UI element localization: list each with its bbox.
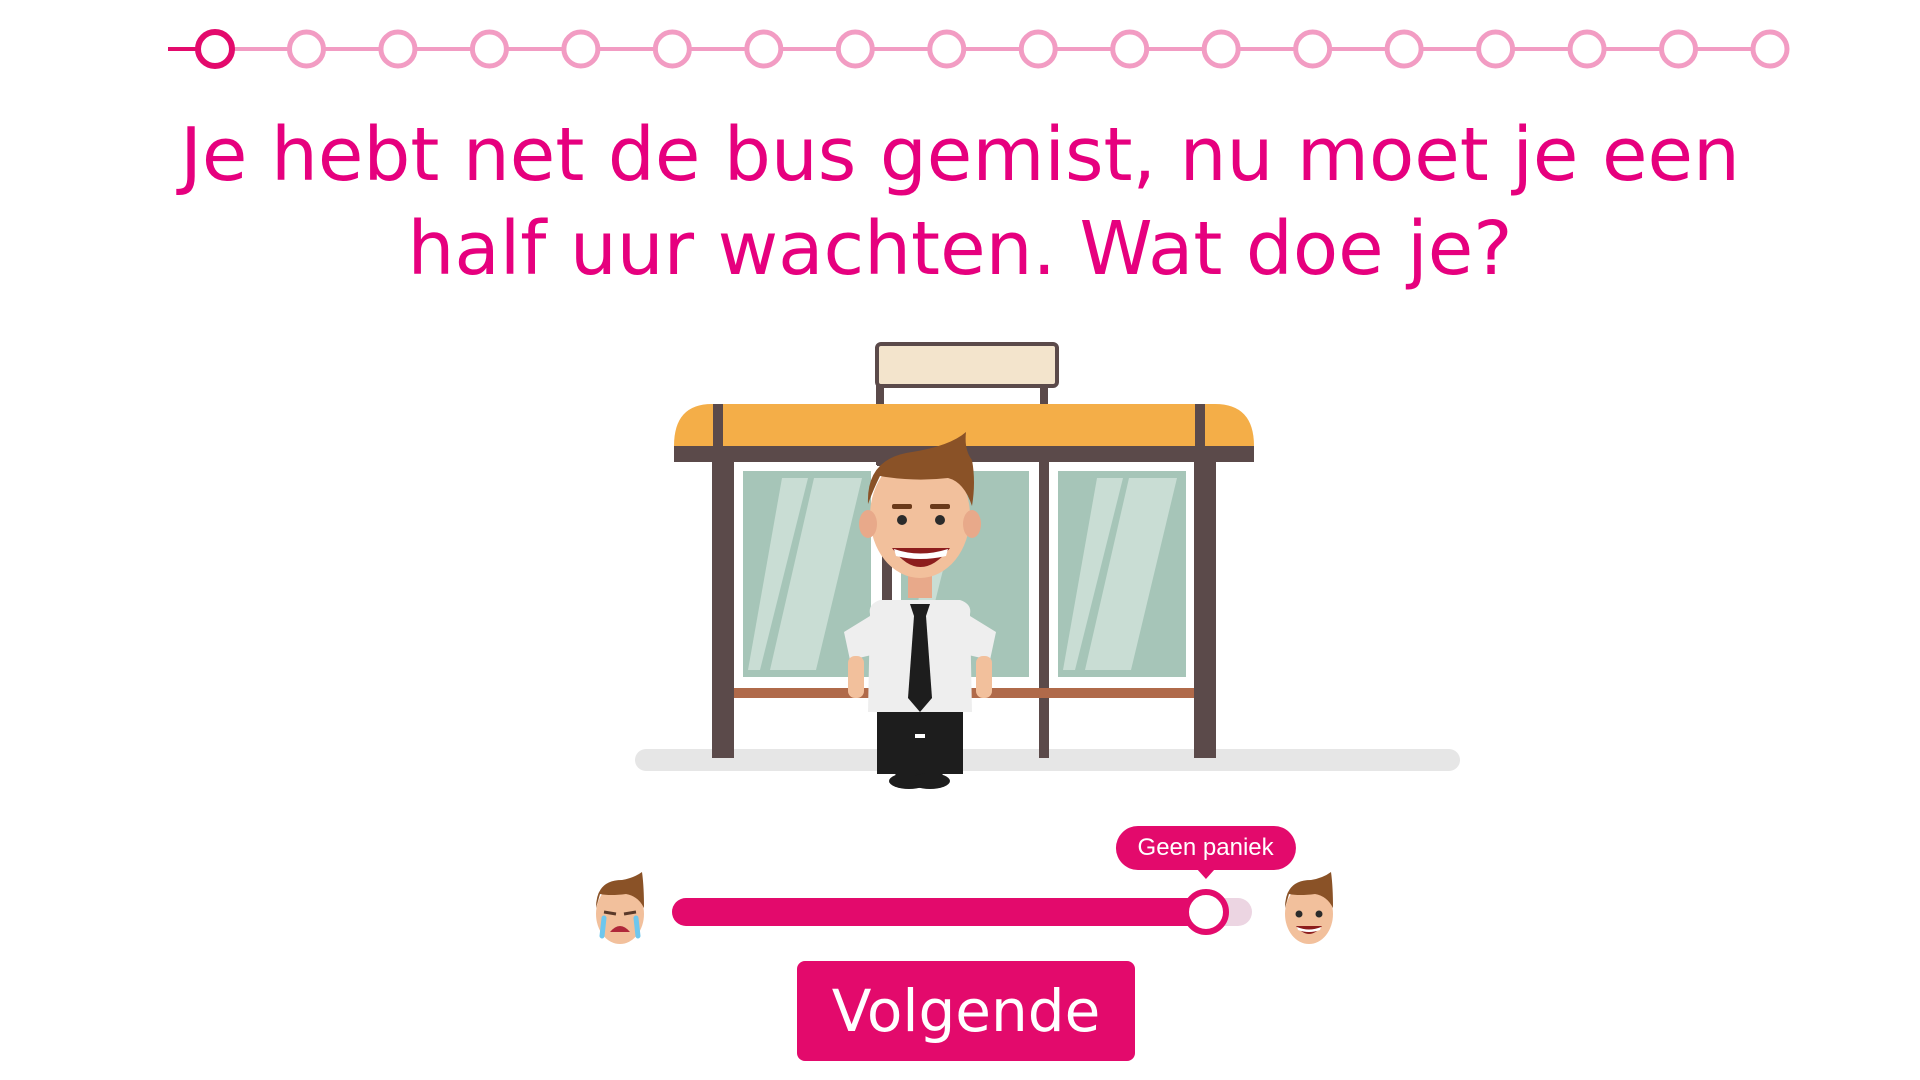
- slider-value-tooltip: Geen paniek: [1115, 826, 1296, 879]
- tooltip-arrow: [1196, 869, 1215, 879]
- progress-step: [378, 29, 418, 69]
- slider-tooltip-label: Geen paniek: [1137, 834, 1274, 861]
- progress-step: [927, 29, 967, 69]
- next-button[interactable]: Volgende: [797, 961, 1135, 1061]
- progress-step: [1750, 29, 1790, 69]
- smiling-face-icon: [1285, 872, 1333, 944]
- progress-step: [1384, 29, 1424, 69]
- mood-slider[interactable]: Geen paniek: [590, 820, 1350, 950]
- progress-stepper: [168, 29, 1790, 69]
- progress-step: [1659, 29, 1699, 69]
- progress-step: [652, 29, 692, 69]
- progress-step: [1018, 29, 1058, 69]
- progress-step: [1110, 29, 1150, 69]
- progress-step: [1293, 29, 1333, 69]
- slider-fill: [672, 898, 1206, 926]
- progress-step: [1567, 29, 1607, 69]
- crying-face-icon: [596, 872, 644, 944]
- progress-step: [286, 29, 326, 69]
- bus-stop-illustration: [635, 342, 1460, 789]
- slider-track[interactable]: Geen paniek: [672, 826, 1296, 935]
- progress-step: [561, 29, 601, 69]
- progress-step: [469, 29, 509, 69]
- progress-step: [835, 29, 875, 69]
- progress-step: [1201, 29, 1241, 69]
- progress-step: [1476, 29, 1516, 69]
- slider-handle[interactable]: [1182, 889, 1229, 935]
- progress-step: [744, 29, 784, 69]
- progress-step-current: [195, 29, 235, 69]
- question-text: Je hebt net de bus gemist, nu moet je ee…: [180, 112, 1740, 292]
